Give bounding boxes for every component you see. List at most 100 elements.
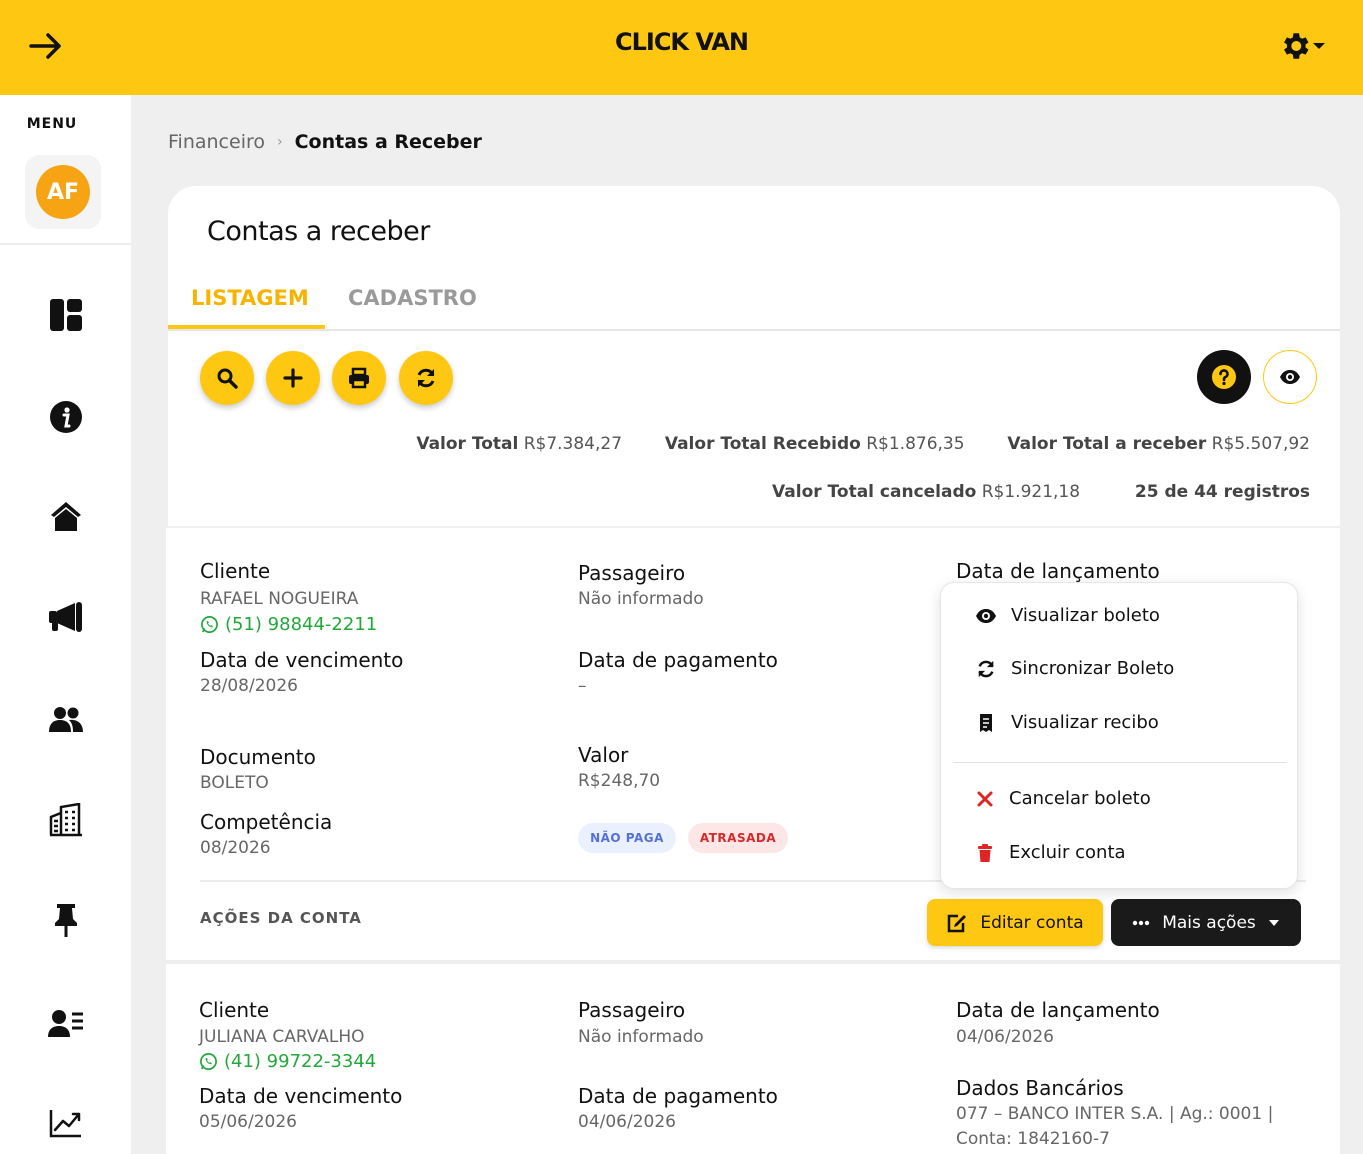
add-button[interactable]: [266, 351, 320, 405]
sync-icon: [978, 660, 994, 677]
print-button[interactable]: [332, 351, 386, 405]
edit-icon: [948, 914, 967, 932]
eye-icon: [1280, 370, 1300, 384]
top-bar: CLICK VAN: [0, 0, 1363, 95]
cliente-label: Cliente: [200, 559, 271, 583]
passageiro-label: Passageiro: [578, 561, 686, 585]
avatar: AF: [36, 165, 90, 219]
more-actions-dropdown: Visualizar boleto Sincronizar Boleto Vis…: [940, 582, 1298, 889]
search-button[interactable]: [200, 351, 254, 405]
edit-account-label: Editar conta: [980, 912, 1084, 933]
users-icon[interactable]: [40, 693, 92, 745]
valor-a-receber-label: Valor Total a receber: [1007, 434, 1207, 454]
totals-row-2: Valor Total cancelado R$1.921,18 25 de 4…: [772, 482, 1310, 502]
cliente-value: JULIANA CARVALHO: [199, 1027, 365, 1047]
data-pagamento-label: Data de pagamento: [578, 648, 778, 672]
active-tab-indicator: [168, 325, 325, 329]
tab-listagem[interactable]: LISTAGEM: [191, 286, 309, 310]
passageiro-value: Não informado: [578, 1027, 704, 1047]
data-pagamento-label: Data de pagamento: [578, 1084, 778, 1108]
cliente-value: RAFAEL NOGUEIRA: [200, 589, 359, 609]
contacts-list-icon[interactable]: [40, 997, 92, 1049]
megaphone-icon[interactable]: [40, 591, 92, 643]
status-badge: ATRASADA: [688, 823, 788, 853]
passageiro-value: Não informado: [578, 589, 704, 609]
data-pagamento-value: –: [578, 676, 587, 696]
trash-icon: [978, 843, 992, 862]
data-vencimento-label: Data de vencimento: [200, 648, 404, 672]
whatsapp-icon: [201, 616, 218, 633]
more-actions-button[interactable]: Mais ações: [1111, 899, 1301, 946]
data-lancamento-label: Data de lançamento: [956, 559, 1160, 583]
pin-icon[interactable]: [40, 894, 92, 946]
breadcrumb: Financeiro › Contas a Receber: [168, 131, 482, 153]
dashboard-icon[interactable]: [40, 289, 92, 341]
acoes-da-conta-label: AÇÕES DA CONTA: [200, 909, 362, 927]
dados-bancarios-label: Dados Bancários: [956, 1076, 1124, 1100]
app-title: CLICK VAN: [614, 28, 749, 56]
info-icon[interactable]: [40, 391, 92, 443]
caret-down-icon: [1268, 919, 1279, 926]
data-vencimento-value: 05/06/2026: [199, 1112, 297, 1132]
valor-value: R$248,70: [578, 771, 661, 791]
close-icon: [977, 791, 993, 806]
breadcrumb-separator: ›: [277, 134, 283, 150]
menu-item-label: Sincronizar Boleto: [1011, 658, 1175, 679]
dropdown-divider: [953, 762, 1287, 763]
receipt-icon: [980, 713, 992, 732]
eye-icon: [976, 608, 996, 623]
valor-cancelado-label: Valor Total cancelado: [772, 482, 977, 502]
data-lancamento-value: 04/06/2026: [956, 1027, 1054, 1047]
breadcrumb-financeiro[interactable]: Financeiro: [168, 131, 265, 153]
menu-item-excluir-conta[interactable]: Excluir conta: [975, 842, 1126, 863]
menu-item-sincronizar-boleto[interactable]: Sincronizar Boleto: [975, 658, 1174, 679]
refresh-icon: [417, 368, 435, 388]
tabs: LISTAGEM CADASTRO: [168, 282, 1340, 331]
whatsapp-icon: [200, 1053, 217, 1070]
chart-line-icon[interactable]: [40, 1097, 92, 1149]
competencia-value: 08/2026: [200, 838, 271, 858]
tab-cadastro[interactable]: CADASTRO: [348, 286, 477, 310]
totals-row-1: Valor Total R$7.384,27 Valor Total Receb…: [416, 434, 1310, 454]
settings-menu-button[interactable]: [1278, 26, 1334, 66]
more-actions-label: Mais ações: [1162, 912, 1256, 933]
menu-label: MENU: [26, 116, 78, 132]
question-icon: [1212, 365, 1236, 389]
menu-item-label: Visualizar boleto: [1011, 605, 1160, 626]
home-icon[interactable]: [40, 490, 92, 542]
documento-value: BOLETO: [200, 773, 269, 793]
avatar-container[interactable]: AF: [25, 155, 101, 229]
valor-recebido-label: Valor Total Recebido: [664, 434, 861, 454]
valor-label: Valor: [578, 743, 629, 767]
sidebar: MENU AF: [0, 95, 131, 1154]
ellipsis-icon: [1133, 920, 1150, 925]
phone-link[interactable]: (51) 98844-2211: [200, 614, 377, 635]
valor-recebido-value: R$1.876,35: [866, 434, 965, 454]
documento-label: Documento: [200, 745, 316, 769]
valor-total-label: Valor Total: [416, 434, 519, 454]
data-pagamento-value: 04/06/2026: [578, 1112, 676, 1132]
status-badge: NÃO PAGA: [578, 823, 676, 853]
help-button[interactable]: [1197, 350, 1251, 404]
gear-icon: [1284, 33, 1309, 59]
phone-number: (51) 98844-2211: [225, 614, 378, 635]
menu-item-visualizar-boleto[interactable]: Visualizar boleto: [975, 605, 1160, 626]
data-lancamento-label: Data de lançamento: [956, 998, 1160, 1022]
building-icon[interactable]: [40, 794, 92, 846]
search-icon: [217, 368, 238, 389]
phone-link[interactable]: (41) 99722-3344: [199, 1051, 376, 1072]
refresh-button[interactable]: [399, 351, 453, 405]
valor-a-receber-value: R$5.507,92: [1211, 434, 1310, 454]
visibility-toggle-button[interactable]: [1263, 350, 1317, 404]
registros-count: 25 de 44 registros: [1134, 482, 1310, 502]
menu-item-visualizar-recibo[interactable]: Visualizar recibo: [975, 712, 1159, 733]
valor-total-value: R$7.384,27: [523, 434, 623, 454]
valor-cancelado-value: R$1.921,18: [981, 482, 1081, 502]
competencia-label: Competência: [200, 810, 333, 834]
menu-item-cancelar-boleto[interactable]: Cancelar boleto: [975, 788, 1151, 809]
caret-down-icon: [1313, 43, 1325, 49]
plus-icon: [283, 368, 303, 388]
edit-account-button[interactable]: Editar conta: [927, 899, 1103, 946]
print-icon: [349, 367, 369, 389]
data-vencimento-value: 28/08/2026: [200, 676, 298, 696]
